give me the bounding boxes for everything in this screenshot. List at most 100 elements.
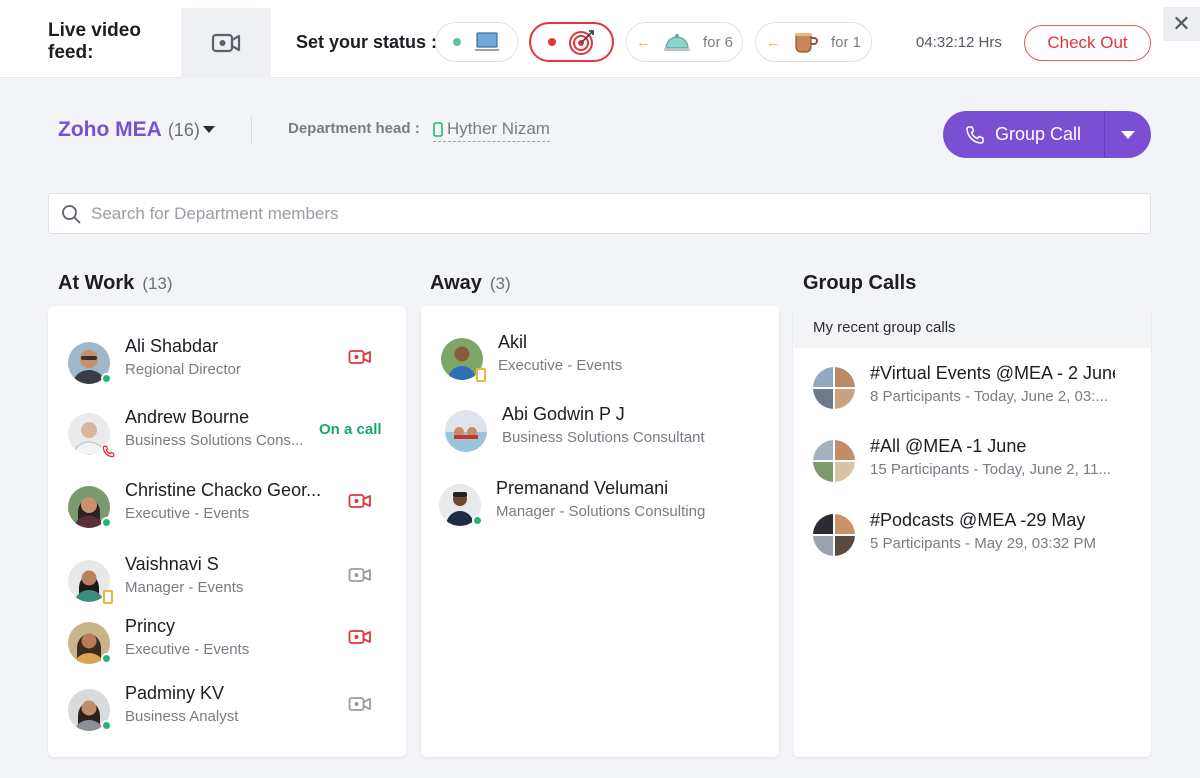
department-head-label: Department head : xyxy=(288,120,420,137)
phone-icon xyxy=(966,125,984,144)
video-call-button[interactable] xyxy=(348,348,372,371)
video-call-button[interactable] xyxy=(348,566,372,589)
status-option-lunch[interactable]: ← for 6 xyxy=(626,22,743,62)
away-title: Away xyxy=(430,272,482,294)
member-role: Executive - Events xyxy=(125,641,250,658)
group-call-meta: 15 Participants - Today, June 2, 11... xyxy=(870,461,1111,478)
group-call-name: #Virtual Events @MEA - 2 June xyxy=(870,363,1115,383)
check-out-button[interactable]: Check Out xyxy=(1024,25,1151,61)
list-item[interactable]: #All @MEA -1 June 15 Participants - Toda… xyxy=(793,436,1151,486)
online-status-badge xyxy=(101,517,112,528)
list-item[interactable]: Christine Chacko Geor... Executive - Eve… xyxy=(48,480,406,536)
member-name: Andrew Bourne xyxy=(125,407,250,427)
list-item[interactable]: #Podcasts @MEA -29 May 5 Participants - … xyxy=(793,510,1151,560)
top-bar: Live video feed: Set your status : ← for… xyxy=(0,0,1200,78)
member-name: Akil xyxy=(498,332,528,352)
member-role: Business Solutions Consultant xyxy=(502,429,705,446)
divider xyxy=(251,117,252,143)
live-video-feed-label: Live video feed: xyxy=(48,20,141,63)
member-name: Christine Chacko Geor... xyxy=(125,480,322,500)
laptop-icon xyxy=(473,32,500,51)
member-name: Princy xyxy=(125,616,176,636)
list-item[interactable]: Abi Godwin P J Business Solutions Consul… xyxy=(421,404,779,460)
away-list: Akil Executive - Events Abi Godwin P J B… xyxy=(421,306,779,757)
video-camera-icon xyxy=(348,568,371,582)
member-name: Ali Shabdar xyxy=(125,336,219,356)
member-role: Executive - Events xyxy=(498,357,623,374)
department-selector[interactable]: Zoho MEA (16) xyxy=(58,118,200,142)
target-icon xyxy=(568,30,594,55)
close-icon[interactable]: ✕ xyxy=(1163,7,1200,41)
list-item[interactable]: Ali Shabdar Regional Director xyxy=(48,336,406,392)
member-role: Manager - Solutions Consulting xyxy=(496,503,706,520)
online-status-badge xyxy=(101,373,112,384)
at-work-list: Ali Shabdar Regional Director Andrew Bou… xyxy=(48,306,406,757)
search-bar xyxy=(48,193,1151,234)
search-input[interactable] xyxy=(91,203,1091,224)
group-avatar xyxy=(813,514,855,556)
video-camera-icon xyxy=(348,630,371,644)
status-option-available[interactable] xyxy=(435,22,518,62)
list-item[interactable]: Premanand Velumani Manager - Solutions C… xyxy=(421,478,779,534)
member-role: Business Analyst xyxy=(125,708,239,725)
group-call-dropdown[interactable] xyxy=(1105,130,1151,139)
status-option-break[interactable]: ← for 1 xyxy=(755,22,872,62)
avatar xyxy=(68,486,112,528)
avatar xyxy=(68,342,112,384)
video-camera-icon xyxy=(348,494,371,508)
recent-group-calls-header: My recent group calls xyxy=(793,306,1151,348)
video-camera-icon xyxy=(348,697,371,711)
department-head-name: Hyther Nizam xyxy=(447,119,550,138)
group-call-label: Group Call xyxy=(995,124,1082,144)
group-call-button[interactable]: Group Call xyxy=(943,111,1151,158)
group-avatar xyxy=(813,367,855,409)
video-camera-icon xyxy=(211,33,241,53)
group-call-meta: 8 Participants - Today, June 2, 03:... xyxy=(870,388,1108,405)
group-call-name: #All @MEA -1 June xyxy=(870,436,1027,456)
list-item[interactable]: Vaishnavi S Manager - Events xyxy=(48,554,406,610)
department-head-link[interactable]: Hyther Nizam xyxy=(433,119,550,142)
coffee-cup-icon xyxy=(794,33,818,53)
status-dot xyxy=(547,38,556,46)
status-option-focus[interactable] xyxy=(529,22,614,62)
status-label: Set your status : xyxy=(296,32,438,52)
group-call-main[interactable]: Group Call xyxy=(943,111,1104,158)
avatar xyxy=(68,689,112,731)
live-video-toggle[interactable] xyxy=(181,8,271,78)
list-item[interactable]: Princy Executive - Events xyxy=(48,616,406,672)
break-count: for 1 xyxy=(830,33,861,51)
food-cloche-icon xyxy=(663,34,690,51)
avatar xyxy=(68,622,112,664)
away-count: (3) xyxy=(489,274,511,293)
video-call-button[interactable] xyxy=(348,628,372,651)
video-call-button[interactable] xyxy=(348,492,372,515)
on-a-call-status: On a call xyxy=(319,421,382,438)
online-status-badge xyxy=(472,515,483,526)
member-role: Business Solutions Cons... xyxy=(125,432,304,449)
list-item[interactable]: Akil Executive - Events xyxy=(421,332,779,388)
list-item[interactable]: Padminy KV Business Analyst xyxy=(48,683,406,739)
member-role: Regional Director xyxy=(125,361,241,378)
arrow-left-icon: ← xyxy=(635,33,651,51)
avatar xyxy=(68,413,116,459)
avatar xyxy=(439,484,483,526)
mobile-status-badge xyxy=(476,368,486,382)
group-calls-title: Group Calls xyxy=(803,272,917,294)
mobile-status-badge xyxy=(103,590,113,604)
group-calls-list: My recent group calls #Virtual Events @M… xyxy=(793,306,1151,757)
list-item[interactable]: #Virtual Events @MEA - 2 June 8 Particip… xyxy=(793,363,1151,413)
department-member-count: (16) xyxy=(167,120,200,140)
group-calls-heading: Group Calls xyxy=(803,272,916,295)
at-work-count: (13) xyxy=(142,274,173,293)
group-call-meta: 5 Participants - May 29, 03:32 PM xyxy=(870,535,1096,552)
member-name: Abi Godwin P J xyxy=(502,404,625,424)
chevron-down-icon[interactable] xyxy=(203,126,215,133)
chevron-down-icon xyxy=(1121,130,1135,139)
at-work-title: At Work xyxy=(58,272,135,294)
video-call-button[interactable] xyxy=(348,695,372,718)
avatar xyxy=(68,560,113,604)
search-icon xyxy=(62,204,81,223)
member-role: Manager - Events xyxy=(125,579,244,596)
list-item[interactable]: Andrew Bourne Business Solutions Cons...… xyxy=(48,407,406,463)
avatar xyxy=(445,410,487,452)
